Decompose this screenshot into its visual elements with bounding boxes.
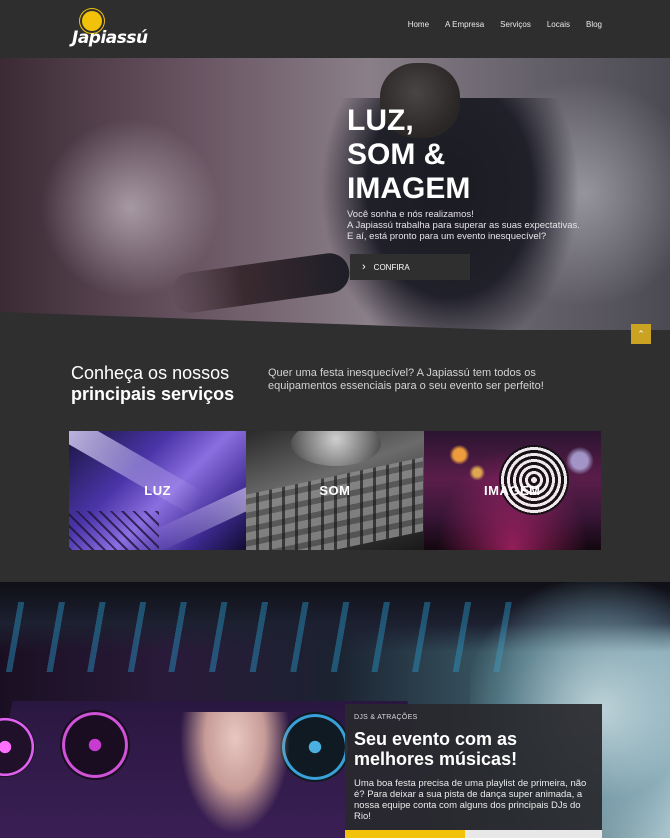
site-header: Japiassú Home A Empresa Serviços Locais … bbox=[0, 0, 670, 58]
hero-title-line: LUZ, bbox=[347, 104, 414, 137]
nav-servicos[interactable]: Serviços bbox=[500, 20, 531, 29]
djs-accent-bar bbox=[345, 830, 465, 838]
services-description-line: Quer uma festa inesquecível? A Japiassú … bbox=[268, 367, 536, 379]
service-card-label: LUZ bbox=[144, 483, 172, 498]
hero-subtitle-line: Você sonha e nós realizamos! bbox=[347, 209, 474, 220]
djs-text-line: Rio! bbox=[354, 811, 371, 822]
djs-text-line: Uma boa festa precisa de uma playlist de… bbox=[354, 778, 587, 789]
djs-text: Uma boa festa precisa de uma playlist de… bbox=[354, 778, 593, 822]
dj-streamers-image bbox=[0, 602, 520, 672]
hero-title: LUZ, SOM & IMAGEM bbox=[347, 104, 470, 206]
service-card-label: IMAGEM bbox=[484, 483, 541, 498]
service-cards: LUZ SOM IMAGEM bbox=[69, 431, 601, 550]
main-nav: Home A Empresa Serviços Locais Blog bbox=[408, 20, 602, 29]
hero-subtitle: Você sonha e nós realizamos! A Japiassú … bbox=[347, 209, 597, 242]
hero-haze bbox=[40, 118, 220, 298]
confira-label: CONFIRA bbox=[373, 262, 410, 272]
service-card-imagem[interactable]: IMAGEM bbox=[423, 431, 601, 550]
dj-hands-image bbox=[175, 712, 295, 838]
djs-section: DJS & ATRAÇÕES Seu evento com as melhore… bbox=[0, 582, 670, 838]
djs-text-line: é? Para deixar a sua pista de dança supe… bbox=[354, 789, 583, 800]
led-tunnel-image bbox=[498, 445, 569, 515]
djs-tag: DJS & ATRAÇÕES bbox=[354, 714, 418, 721]
nav-home[interactable]: Home bbox=[408, 20, 429, 29]
microphone-image bbox=[291, 431, 382, 466]
hero-banner bbox=[0, 58, 670, 330]
services-title: Conheça os nossos principais serviços bbox=[71, 363, 234, 405]
djs-title-line: Seu evento com as bbox=[354, 729, 518, 749]
service-card-som[interactable]: SOM bbox=[246, 431, 424, 550]
arrow-up-icon: ⌃ bbox=[637, 328, 645, 339]
logo[interactable]: Japiassú bbox=[72, 10, 152, 50]
nav-a-empresa[interactable]: A Empresa bbox=[445, 20, 484, 29]
djs-accent-bar-rest bbox=[465, 830, 602, 838]
hero-title-line: SOM & bbox=[347, 138, 446, 171]
hero-subtitle-line: E aí, está pronto para um evento inesque… bbox=[347, 231, 547, 242]
service-card-label: SOM bbox=[319, 483, 351, 498]
djs-title: Seu evento com as melhores músicas! bbox=[354, 729, 593, 769]
nav-locais[interactable]: Locais bbox=[547, 20, 570, 29]
light-beam bbox=[69, 431, 205, 516]
djs-title-line: melhores músicas! bbox=[354, 749, 518, 769]
services-description: Quer uma festa inesquecível? A Japiassú … bbox=[268, 367, 588, 393]
service-card-luz[interactable]: LUZ bbox=[69, 431, 247, 550]
services-title-line1: Conheça os nossos bbox=[71, 363, 230, 383]
hero-title-line: IMAGEM bbox=[347, 172, 471, 205]
mixer-knobs-image bbox=[246, 457, 424, 550]
services-title-line2: principais serviços bbox=[71, 384, 235, 404]
scroll-to-top-button[interactable]: ⌃ bbox=[631, 324, 651, 344]
nav-blog[interactable]: Blog bbox=[586, 20, 602, 29]
confira-button[interactable]: › CONFIRA bbox=[350, 254, 470, 280]
services-section: Conheça os nossos principais serviços Qu… bbox=[0, 330, 670, 582]
hero-subtitle-line: A Japiassú trabalha para superar as suas… bbox=[347, 220, 580, 231]
chevron-right-icon: › bbox=[362, 260, 366, 273]
djs-info-card: DJS & ATRAÇÕES Seu evento com as melhore… bbox=[345, 704, 602, 838]
logo-text: Japiassú bbox=[72, 28, 148, 48]
truss-image bbox=[69, 511, 159, 550]
dj-jogwheel-image bbox=[60, 710, 130, 780]
services-description-line: equipamentos essenciais para o seu event… bbox=[268, 380, 544, 392]
djs-text-line: nossa equipe conta com alguns dos princi… bbox=[354, 800, 581, 811]
